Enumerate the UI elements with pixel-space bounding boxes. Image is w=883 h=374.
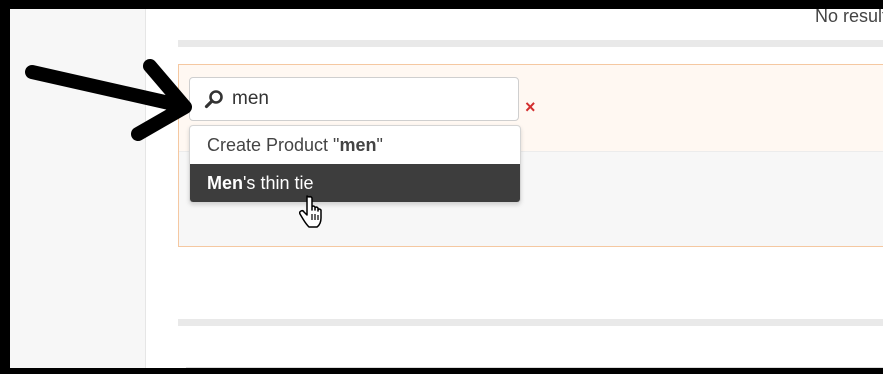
create-product-term: men xyxy=(339,135,377,155)
autocomplete-dropdown: Create Product "men" Men's thin tie xyxy=(189,125,521,203)
search-icon xyxy=(204,90,223,109)
create-product-suffix: " xyxy=(376,135,383,155)
product-result-option[interactable]: Men's thin tie xyxy=(190,164,520,202)
clear-search-icon[interactable]: × xyxy=(525,98,536,116)
result-match-text: Men xyxy=(207,173,243,193)
product-search-box[interactable] xyxy=(189,77,519,121)
create-product-option[interactable]: Create Product "men" xyxy=(190,126,520,164)
divider-top xyxy=(178,40,883,47)
create-product-prefix: Create Product " xyxy=(207,135,340,155)
left-gutter xyxy=(10,9,146,368)
result-rest-text: 's thin tie xyxy=(243,173,314,193)
divider-bottom xyxy=(178,319,883,326)
divider-bottom-thin xyxy=(186,367,883,368)
no-results-text: No results xyxy=(815,9,883,23)
hand-pointer-icon xyxy=(299,195,322,228)
search-input[interactable] xyxy=(232,78,502,120)
